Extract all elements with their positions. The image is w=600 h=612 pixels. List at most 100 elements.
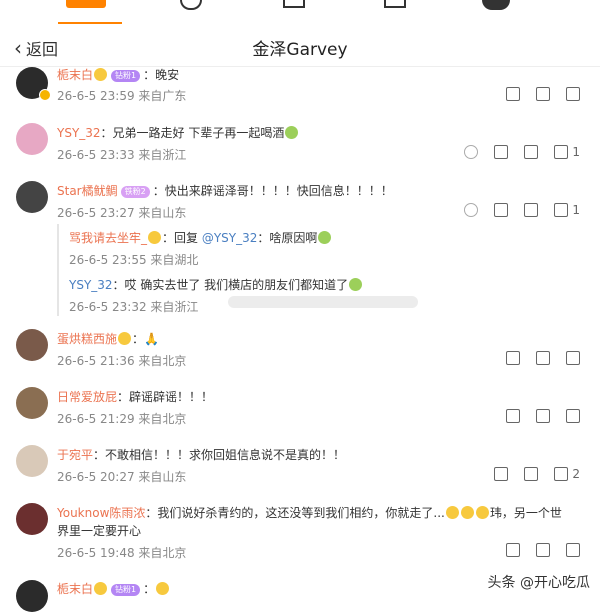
comment-line: 于宛平：不敢相信！！！求你回姐信息说不是真的！！ [57, 446, 345, 463]
reply-button[interactable] [536, 409, 550, 423]
share-button[interactable] [506, 351, 520, 365]
reply-meta: 26-6-5 23:55 来自湖北 [69, 253, 199, 267]
comment-icon [536, 543, 550, 557]
warning-icon [464, 145, 479, 159]
comment-meta: 26-6-5 21:29 来自北京 [57, 412, 187, 426]
reply-line: YSY_32：哎 确实去世了 我们横店的朋友们都知道了 [69, 276, 363, 293]
crying-emoji-icon [318, 231, 332, 244]
share-button[interactable] [494, 467, 509, 481]
comment-text-wrap: 界里一定要开心 [57, 524, 142, 538]
reply-button[interactable] [524, 203, 539, 217]
comment-text: ：我们说好杀青约的，这还没等到我们相约，你就走了... [145, 506, 445, 520]
username-link[interactable]: 骂我请去坐牢_ [69, 231, 147, 245]
like-count: 1 [572, 145, 580, 159]
like-button[interactable] [566, 351, 580, 365]
avatar[interactable] [16, 445, 48, 477]
thumb-up-icon [554, 203, 569, 217]
username-link[interactable]: Star橘鱿鲷 [57, 184, 118, 198]
share-icon [506, 351, 520, 365]
mention-link[interactable]: @YSY_32 [202, 231, 258, 245]
thumb-up-icon [566, 409, 580, 423]
username-link[interactable]: 栀末白 [57, 68, 93, 82]
share-button[interactable] [506, 87, 520, 101]
like-count: 1 [572, 203, 580, 217]
share-button[interactable] [494, 203, 509, 217]
username-link[interactable]: 栀末白 [57, 582, 93, 596]
username-link[interactable]: YSY_32 [57, 126, 101, 140]
avatar[interactable] [16, 580, 48, 612]
like-button[interactable]: 1 [554, 203, 580, 217]
crying-emoji-icon [475, 506, 489, 519]
thumb-up-icon [554, 145, 569, 159]
reply-button[interactable] [536, 543, 550, 557]
like-button[interactable]: 1 [554, 145, 580, 159]
username-link[interactable]: 日常爱放屁 [57, 390, 117, 404]
username-link[interactable]: Youknow陈雨浓 [57, 506, 145, 520]
avatar[interactable] [16, 329, 48, 361]
comment-meta: 26-6-5 19:48 来自北京 [57, 546, 187, 560]
like-button[interactable] [566, 409, 580, 423]
reply-button[interactable] [536, 87, 550, 101]
avatar[interactable] [16, 181, 48, 213]
watermark: 头条 @开心吃瓜 [487, 575, 590, 591]
comment-meta: 26-6-5 23:59 来自广东 [57, 89, 187, 103]
comment-meta: 26-6-5 21:36 来自北京 [57, 354, 187, 368]
username-link[interactable]: 蛋烘糕西施 [57, 332, 117, 346]
reply-button[interactable] [524, 467, 539, 481]
comment-icon [524, 145, 539, 159]
thumb-up-icon [566, 87, 580, 101]
profile-avatar-icon[interactable] [482, 0, 510, 10]
username-link[interactable]: YSY_32 [69, 278, 113, 292]
comment-item: Star橘鱿鲷 铁粉2 ：快出来辟谣泽哥！！！！快回信息！！！！ 26-6-5 23… [0, 180, 600, 320]
reply-meta: 26-6-5 23:32 来自浙江 [69, 300, 199, 314]
like-count: 2 [572, 467, 580, 481]
comment-icon [536, 409, 550, 423]
share-button[interactable] [494, 145, 509, 159]
fan-badge: 钻粉1 [111, 70, 141, 82]
share-icon [506, 87, 520, 101]
comment-icon [536, 351, 550, 365]
crying-emoji-icon [285, 126, 299, 139]
username-link[interactable]: 于宛平 [57, 448, 93, 462]
crying-emoji-icon [445, 506, 459, 519]
share-icon [494, 467, 509, 481]
discover-tab-icon[interactable] [180, 0, 202, 10]
thumb-up-icon [566, 351, 580, 365]
share-button[interactable] [506, 543, 520, 557]
like-button[interactable] [566, 87, 580, 101]
comment-text: ：辟谣辟谣！！！ [117, 390, 214, 404]
comment-text: ：兄弟一路走好 下辈子再一起喝酒 [100, 126, 285, 140]
avatar[interactable] [16, 123, 48, 155]
share-button[interactable] [506, 409, 520, 423]
report-button[interactable] [464, 203, 479, 217]
home-tab-icon[interactable] [66, 0, 106, 8]
report-button[interactable] [464, 145, 479, 159]
comment-actions [506, 409, 580, 423]
comment-meta: 26-6-5 23:27 来自山东 [57, 206, 187, 220]
comment-text: ： [143, 582, 156, 596]
comment-icon [536, 87, 550, 101]
crying-emoji-icon [349, 278, 363, 291]
avatar[interactable] [16, 503, 48, 535]
comment-item: 栀末白 钻粉1 ：晚安 26-6-5 23:59 来自广东 [0, 66, 600, 116]
comment-line: Star橘鱿鲷 铁粉2 ：快出来辟谣泽哥！！！！快回信息！！！！ [57, 182, 393, 199]
reply-button[interactable] [524, 145, 539, 159]
comment-text: ：快出来辟谣泽哥！！！！快回信息！！！！ [152, 184, 393, 198]
message-tab-icon[interactable] [384, 0, 406, 8]
comment-item: Youknow陈雨浓：我们说好杀青约的，这还没等到我们相约，你就走了... 玮，另… [0, 502, 600, 572]
comment-item: YSY_32：兄弟一路走好 下辈子再一起喝酒 26-6-5 23:33 来自浙江… [0, 122, 600, 172]
comment-line: YSY_32：兄弟一路走好 下辈子再一起喝酒 [57, 124, 299, 141]
like-button[interactable] [566, 543, 580, 557]
fan-badge: 钻粉1 [111, 584, 141, 596]
comment-text-continued: 玮，另一个世 [489, 506, 562, 520]
home-tab-underline [58, 22, 122, 24]
reply-button[interactable] [536, 351, 550, 365]
comment-item: 于宛平：不敢相信！！！求你回姐信息说不是真的！！ 26-6-5 20:27 来自… [0, 444, 600, 494]
comment-text: ：不敢相信！！！求你回姐信息说不是真的！！ [93, 448, 346, 462]
like-button[interactable]: 2 [554, 467, 580, 481]
share-icon [506, 543, 520, 557]
video-tab-icon[interactable] [283, 0, 305, 8]
reply-line: 骂我请去坐牢_ ：回复 @YSY_32：啥原因啊 [69, 229, 332, 246]
comment-actions: 1 [464, 203, 580, 217]
avatar[interactable] [16, 387, 48, 419]
